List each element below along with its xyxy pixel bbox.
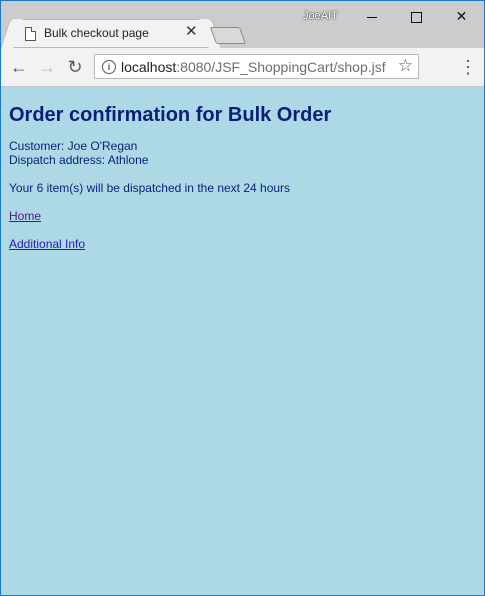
reload-icon: ↻ — [67, 57, 83, 77]
url-host: localhost — [121, 59, 177, 75]
home-link[interactable]: Home — [9, 209, 474, 223]
arrow-left-icon: ← — [10, 57, 28, 77]
browser-toolbar: ← → ↻ i localhost:8080/JSF_ShoppingCart/… — [1, 48, 484, 87]
minimize-button[interactable] — [349, 1, 394, 31]
browser-menu-button[interactable]: ⋮ — [458, 57, 478, 77]
tab-title: Bulk checkout page — [44, 26, 149, 40]
bookmark-star-icon[interactable]: ☆ — [398, 56, 413, 76]
page-icon — [25, 27, 36, 41]
arrow-right-icon: → — [38, 57, 56, 77]
forward-button[interactable]: → — [36, 56, 58, 78]
minimize-icon — [366, 16, 377, 18]
tab-bulk-checkout[interactable]: Bulk checkout page ✕ — [11, 19, 211, 48]
customer-line: Customer: Joe O'Regan — [9, 139, 138, 153]
maximize-icon — [411, 11, 422, 23]
customer-details: Customer: Joe O'Regan Dispatch address: … — [9, 139, 474, 167]
tab-strip: Bulk checkout page ✕ JoeAIT ✕ — [1, 1, 484, 48]
tab-close-icon[interactable]: ✕ — [185, 24, 198, 40]
url-text[interactable]: localhost:8080/JSF_ShoppingCart/shop.jsf — [121, 59, 386, 75]
address-bar[interactable]: i localhost:8080/JSF_ShoppingCart/shop.j… — [94, 54, 419, 79]
additional-info-link[interactable]: Additional Info — [9, 237, 474, 251]
url-path: :8080/JSF_ShoppingCart/shop.jsf — [176, 59, 386, 75]
reload-button[interactable]: ↻ — [64, 56, 86, 78]
browser-window: Bulk checkout page ✕ JoeAIT ✕ ← → ↻ i lo… — [0, 0, 485, 596]
back-button[interactable]: ← — [8, 56, 30, 78]
page-content: Order confirmation for Bulk Order Custom… — [1, 87, 484, 595]
close-icon: ✕ — [455, 8, 468, 24]
new-tab-button[interactable] — [209, 27, 247, 44]
dispatch-address-line: Dispatch address: Athlone — [9, 153, 149, 167]
page-title: Order confirmation for Bulk Order — [9, 104, 332, 126]
more-vertical-icon: ⋮ — [459, 57, 477, 77]
window-close-button[interactable]: ✕ — [439, 1, 484, 31]
dispatch-message: Your 6 item(s) will be dispatched in the… — [9, 181, 291, 195]
info-icon[interactable]: i — [102, 60, 116, 74]
maximize-button[interactable] — [394, 1, 439, 31]
profile-name[interactable]: JoeAIT — [303, 10, 338, 22]
